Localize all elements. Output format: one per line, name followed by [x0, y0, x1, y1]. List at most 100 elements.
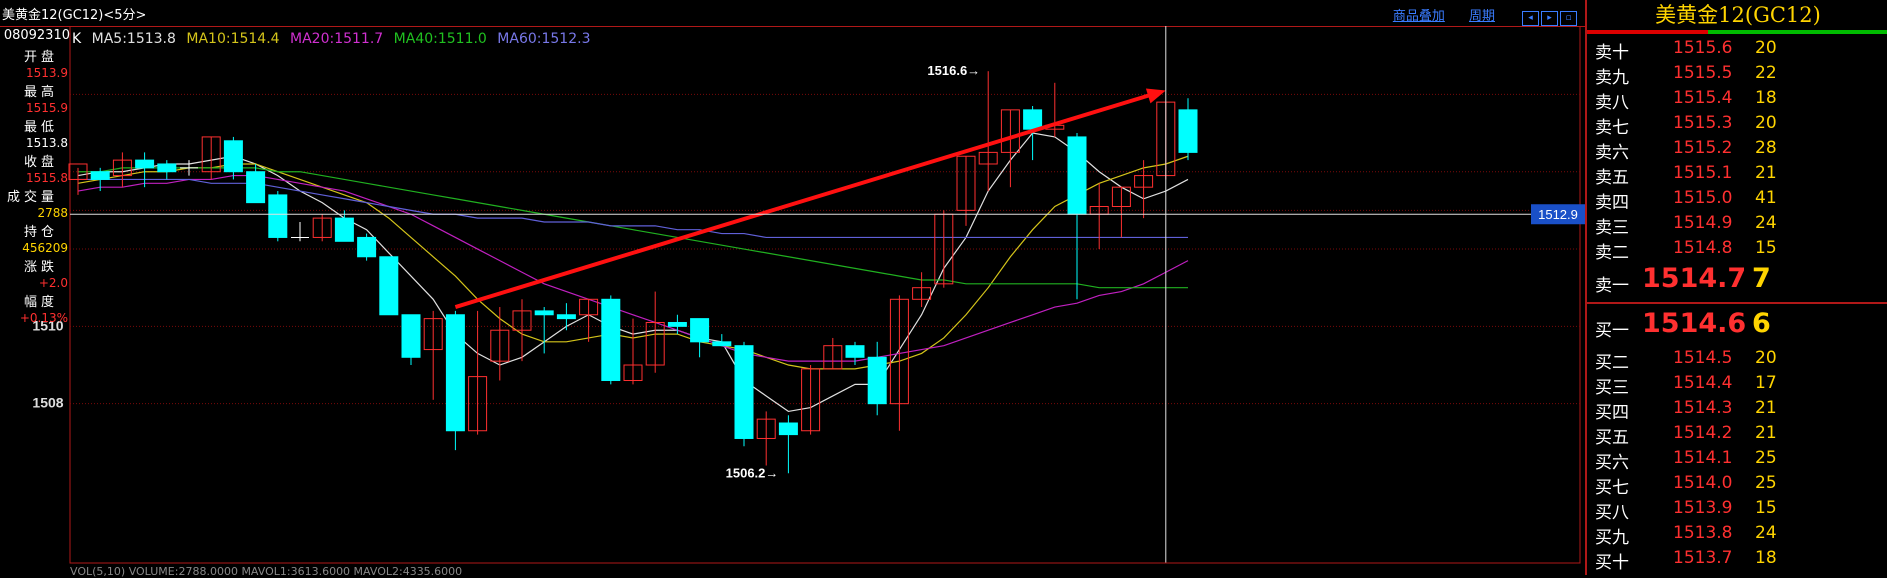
level-volume: 41 — [1755, 188, 1777, 208]
toolbar-links: 商品叠加 周期 — [1373, 5, 1495, 24]
candle-body — [667, 321, 687, 327]
candle-body — [379, 256, 399, 316]
ask-level: 卖十 1515.6 20 — [1587, 38, 1887, 63]
legend-ma60: MA60:1512.3 — [497, 31, 591, 47]
level-price: 1514.4 — [1673, 373, 1733, 393]
level-price: 1514.2 — [1673, 423, 1733, 443]
prev-icon[interactable]: ◂ — [1522, 11, 1539, 26]
bid-level: 买十 1513.7 18 — [1587, 548, 1887, 573]
level-label: 买三 — [1595, 378, 1629, 398]
low-annotation: 1506.2→ — [726, 465, 779, 480]
bar-info-value-text: 1513.8 — [26, 136, 68, 150]
level-price: 1514.9 — [1673, 213, 1733, 233]
bar-info-value: 2788 — [0, 206, 70, 221]
candle-body — [445, 314, 465, 432]
bid-level: 买五 1514.2 21 — [1587, 423, 1887, 448]
candle-body — [690, 318, 710, 343]
bid-levels: 买二 1514.5 20 买三 1514.4 17 买四 1514.3 21 买五 1514.2 21… — [1587, 348, 1887, 573]
level-label: 卖七 — [1595, 118, 1629, 138]
bar-info-label-text: 持仓 — [23, 225, 58, 240]
bar-info-label-text: 幅度 — [23, 295, 58, 310]
trend-arrow-head — [1145, 88, 1166, 104]
level-price: 1515.0 — [1673, 188, 1733, 208]
level-price: 1514.0 — [1673, 473, 1733, 493]
candle-body — [534, 310, 554, 316]
ask-level: 卖七 1515.3 20 — [1587, 113, 1887, 138]
level-volume: 25 — [1755, 473, 1777, 493]
bar-info-label-text: 成交量 — [6, 190, 58, 205]
level-label: 卖十 — [1595, 43, 1629, 63]
bid-level: 买九 1513.8 24 — [1587, 523, 1887, 548]
bar-info-label: 收盘 — [0, 151, 70, 171]
level-label: 买六 — [1595, 453, 1629, 473]
bar-info-label: 开盘 — [0, 46, 70, 66]
level-label: 卖五 — [1595, 168, 1629, 188]
bar-info-label: 最低 — [0, 116, 70, 136]
level-volume: 15 — [1755, 238, 1777, 258]
level-volume: 22 — [1755, 63, 1777, 83]
bar-info-value: +0.13% — [0, 311, 70, 326]
level-label: 买七 — [1595, 478, 1629, 498]
candle-body — [867, 356, 887, 405]
candle-body — [1067, 136, 1087, 215]
level-volume: 20 — [1755, 348, 1777, 368]
candle-body — [556, 314, 576, 320]
level-label: 卖四 — [1595, 193, 1629, 213]
bar-info-value: +2.0 — [0, 276, 70, 291]
spread-divider — [1587, 302, 1887, 304]
ask-levels: 卖十 1515.6 20 卖九 1515.5 22 卖八 1515.4 18 卖七 1515.3 20… — [1587, 38, 1887, 263]
next-icon[interactable]: ▸ — [1541, 11, 1558, 26]
order-book-title: 美黄金12(GC12) — [1655, 3, 1821, 27]
bar-info-value: 1515.9 — [0, 101, 70, 116]
chart-header: 美黄金12(GC12)<5分> 商品叠加 周期 ◂ ▸ ▫ — [0, 0, 1585, 27]
legend-ma5: MA5:1513.8 — [91, 31, 176, 47]
period-link[interactable]: 周期 — [1469, 9, 1495, 24]
level-label: 买四 — [1595, 403, 1629, 423]
ask-level: 卖二 1514.8 15 — [1587, 238, 1887, 263]
crosshair-price-text: 1512.9 — [1538, 207, 1578, 222]
order-book-panel: 美黄金12(GC12) 卖十 1515.6 20 卖九 1515.5 22 卖八 1515.4… — [1585, 0, 1887, 575]
bar-info-value: 1513.8 — [0, 136, 70, 151]
level-price: 1514.3 — [1673, 398, 1733, 418]
level-volume: 24 — [1755, 213, 1777, 233]
bar-info-label: 最高 — [0, 81, 70, 101]
candle-body — [1023, 109, 1043, 130]
candle-body — [845, 345, 865, 358]
restore-icon[interactable]: ▫ — [1560, 11, 1577, 26]
candle-body — [401, 314, 421, 358]
ask-level: 卖三 1514.9 24 — [1587, 213, 1887, 238]
bar-info-label: 持仓 — [0, 221, 70, 241]
candle-body — [223, 140, 243, 173]
level-price: 1515.6 — [1673, 38, 1733, 58]
level-price: 1515.5 — [1673, 63, 1733, 83]
bar-info-label: 幅度 — [0, 291, 70, 311]
level-volume: 21 — [1755, 398, 1777, 418]
bid-ask-ratio-bar — [1587, 30, 1887, 34]
level-label: 卖二 — [1595, 243, 1629, 263]
level-price: 1513.7 — [1673, 548, 1733, 568]
ask-level: 卖六 1515.2 28 — [1587, 138, 1887, 163]
bid-level-1: 买一 1514.6 6 — [1595, 308, 1771, 341]
legend-ma10: MA10:1514.4 — [186, 31, 280, 47]
level-label: 买十 — [1595, 553, 1629, 573]
level-volume: 20 — [1755, 113, 1777, 133]
level-price: 1515.1 — [1673, 163, 1733, 183]
bar-info-value-text: 2788 — [37, 206, 68, 220]
bar-info-label-text: 开盘 — [23, 50, 58, 65]
y-tick-label: 1508 — [32, 395, 63, 411]
ask-level: 卖五 1515.1 21 — [1587, 163, 1887, 188]
level-label: 卖八 — [1595, 93, 1629, 113]
level-label: 买八 — [1595, 503, 1629, 523]
bid-level: 买七 1514.0 25 — [1587, 473, 1887, 498]
candlestick-chart[interactable]: 150815101512.91516.6→1506.2→ — [0, 26, 1585, 575]
bid-level: 买八 1513.9 15 — [1587, 498, 1887, 523]
candle-body — [268, 194, 288, 238]
bid-level: 买六 1514.1 25 — [1587, 448, 1887, 473]
level-price: 1515.2 — [1673, 138, 1733, 158]
level-volume: 18 — [1755, 548, 1777, 568]
level-price: 1514.8 — [1673, 238, 1733, 258]
bar-info-label-text: 最高 — [23, 85, 58, 100]
overlay-link[interactable]: 商品叠加 — [1393, 9, 1445, 24]
level-price: 1515.4 — [1673, 88, 1733, 108]
bar-info-label-text: 最低 — [23, 120, 58, 135]
